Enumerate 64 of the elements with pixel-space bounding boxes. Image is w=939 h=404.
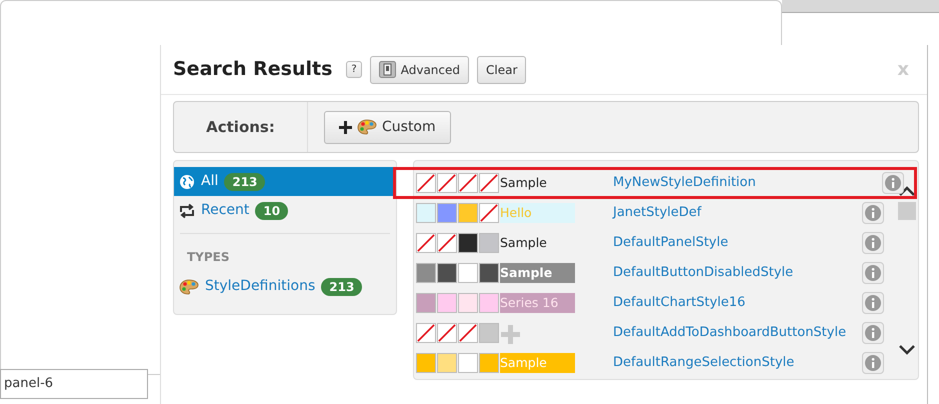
info-icon — [865, 265, 881, 281]
count-badge: 213 — [321, 278, 362, 296]
style-name-link[interactable]: MyNewStyleDefinition — [613, 173, 882, 193]
style-sample: Sample — [500, 355, 547, 370]
style-name-link[interactable]: DefaultButtonDisabledStyle — [613, 263, 862, 283]
dialog-title: Search Results — [173, 58, 332, 81]
count-badge: 213 — [224, 172, 266, 190]
help-button[interactable]: ? — [346, 61, 362, 78]
style-name-link[interactable]: DefaultAddToDashboardButtonStyle — [613, 323, 862, 343]
result-row[interactable]: Sample DefaultRangeSelectionStyle — [414, 348, 896, 378]
text-field[interactable]: panel-6 — [0, 369, 148, 399]
result-row[interactable]: Sample DefaultPanelStyle — [414, 228, 896, 258]
info-button[interactable] — [862, 292, 884, 314]
empty-swatch — [437, 323, 457, 343]
result-row[interactable]: DefaultAddToDashboardButtonStyle — [414, 318, 896, 348]
empty-swatch — [416, 323, 436, 343]
result-row[interactable]: Sample MyNewStyleDefinition — [394, 168, 916, 198]
info-icon — [865, 235, 881, 251]
info-icon — [865, 325, 881, 341]
info-button[interactable] — [862, 352, 884, 374]
palette-icon — [357, 118, 377, 135]
style-sample: Series 16 — [500, 295, 558, 310]
style-sample: Sample — [500, 175, 547, 190]
palette-icon — [179, 278, 199, 294]
result-row[interactable]: Hello JanetStyleDef — [414, 198, 896, 228]
info-button[interactable] — [862, 202, 884, 224]
style-sample: Hello — [500, 205, 532, 220]
style-sample: Sample — [500, 235, 547, 250]
info-button[interactable] — [862, 232, 884, 254]
empty-swatch — [458, 173, 478, 193]
empty-swatch — [437, 173, 457, 193]
count-badge: 10 — [255, 202, 288, 220]
info-button[interactable] — [862, 322, 884, 344]
style-name-link[interactable]: JanetStyleDef — [613, 203, 862, 223]
plus-icon — [339, 120, 352, 134]
clear-button[interactable]: Clear — [477, 56, 526, 84]
switch-icon — [378, 61, 396, 78]
scroll-thumb[interactable] — [898, 202, 916, 220]
scroll-up-icon[interactable] — [899, 186, 915, 196]
empty-swatch — [416, 233, 436, 253]
empty-swatch — [479, 173, 499, 193]
advanced-button[interactable]: Advanced — [370, 56, 470, 84]
empty-swatch — [416, 173, 436, 193]
info-icon — [865, 295, 881, 311]
info-button[interactable] — [862, 262, 884, 284]
sidebar-item[interactable]: Recent 10 — [174, 196, 396, 225]
scroll-down-icon[interactable] — [899, 345, 915, 355]
type-item[interactable]: StyleDefinitions 213 — [174, 272, 396, 301]
sidebar-item[interactable]: All 213 — [174, 167, 396, 196]
style-name-link[interactable]: DefaultRangeSelectionStyle — [613, 353, 862, 373]
repeat-icon — [179, 202, 195, 218]
result-row[interactable]: Sample DefaultButtonDisabledStyle — [414, 258, 896, 288]
style-name-link[interactable]: DefaultPanelStyle — [613, 233, 862, 253]
actions-label: Actions: — [174, 102, 308, 152]
info-icon — [865, 205, 881, 221]
section-heading: TYPES — [186, 249, 231, 266]
style-name-link[interactable]: DefaultChartStyle16 — [613, 293, 862, 313]
info-icon — [865, 355, 881, 371]
custom-button[interactable]: Custom — [324, 110, 451, 144]
style-sample: Sample — [500, 265, 552, 280]
info-icon — [885, 175, 901, 191]
globe-icon — [179, 174, 195, 190]
result-row[interactable]: Series 16 DefaultChartStyle16 — [414, 288, 896, 318]
plus-icon — [500, 324, 522, 344]
